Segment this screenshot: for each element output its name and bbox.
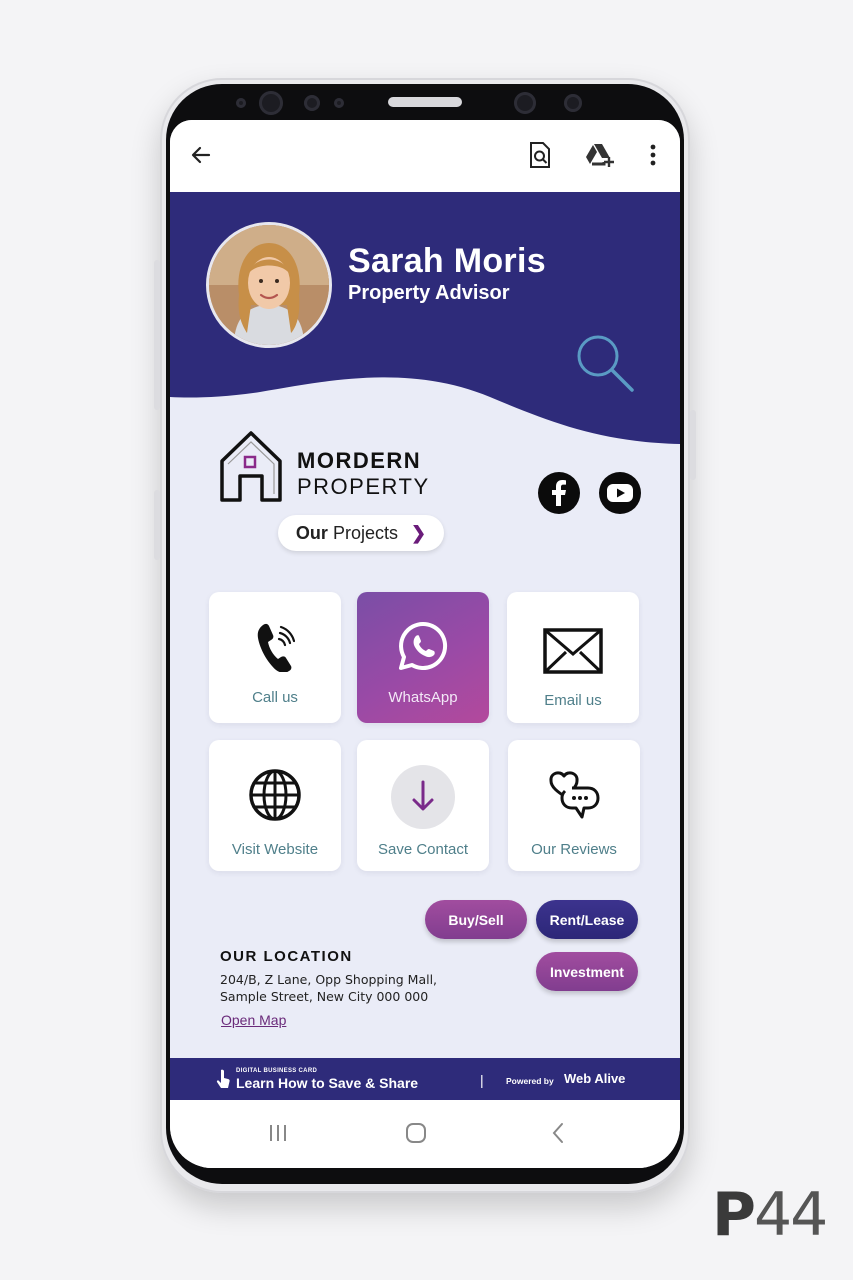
whatsapp-tile[interactable]: WhatsApp: [357, 592, 489, 723]
call-us-tile[interactable]: Call us: [209, 592, 341, 723]
p44-watermark: P44: [712, 1180, 828, 1250]
back-arrow-icon[interactable]: [184, 138, 218, 172]
facebook-icon[interactable]: [538, 472, 580, 514]
profile-title: Property Advisor: [348, 282, 510, 304]
download-arrow-icon: [357, 764, 489, 830]
earpiece-speaker: [388, 97, 462, 107]
buy-sell-button[interactable]: Buy/Sell: [425, 900, 527, 939]
brand-name-line2: PROPERTY: [297, 474, 430, 499]
our-reviews-label: Our Reviews: [531, 841, 617, 858]
home-icon[interactable]: [404, 1118, 428, 1148]
front-camera: [259, 91, 283, 115]
back-nav-icon[interactable]: [546, 1118, 570, 1148]
learn-save-share-banner[interactable]: DIGITAL BUSINESS CARD Learn How to Save …: [170, 1058, 680, 1100]
envelope-icon: [507, 628, 639, 674]
save-contact-tile[interactable]: Save Contact: [357, 740, 489, 871]
chevron-right-icon: ❯: [410, 522, 427, 543]
powered-by-label: Powered by: [506, 1076, 554, 1086]
system-navigation-bar: [170, 1100, 680, 1168]
recent-apps-icon[interactable]: [266, 1118, 290, 1148]
visit-website-label: Visit Website: [231, 841, 319, 858]
our-projects-label-bold: Our: [295, 522, 328, 543]
our-reviews-tile[interactable]: Our Reviews: [508, 740, 640, 871]
youtube-icon[interactable]: [599, 472, 641, 514]
search-icon: [577, 335, 634, 392]
sensor-dot: [334, 98, 344, 108]
more-vertical-icon[interactable]: [636, 138, 670, 172]
sensor: [304, 95, 320, 111]
volume-button: [154, 260, 160, 410]
app-bar: [170, 120, 680, 192]
learn-save-share-text: Learn How to Save & Share: [236, 1075, 419, 1091]
globe-icon: [209, 768, 341, 822]
visit-website-tile[interactable]: Visit Website: [209, 740, 341, 871]
whatsapp-icon: [357, 620, 489, 672]
call-us-label: Call us: [252, 689, 298, 706]
address-line-1: 204/B, Z Lane, Opp Shopping Mall,: [220, 972, 438, 987]
power-button: [690, 410, 696, 480]
email-us-tile[interactable]: Email us: [507, 592, 639, 723]
location-title: OUR LOCATION: [220, 948, 353, 965]
chat-heart-icon: [508, 768, 640, 824]
house-logo-icon: [220, 431, 282, 502]
document-search-icon[interactable]: [523, 138, 557, 172]
address-line-2: Sample Street, New City 000 000: [220, 989, 429, 1004]
our-projects-button[interactable]: Our Projects ❯: [278, 515, 444, 551]
profile-name: Sarah Moris: [348, 242, 546, 280]
web-alive-brand: Web Alive: [564, 1071, 626, 1086]
footer-separator: |: [480, 1072, 484, 1088]
brand-name-line1: MORDERN: [297, 448, 422, 473]
watermark-letter: P: [712, 1180, 756, 1250]
investment-button[interactable]: Investment: [536, 952, 638, 991]
tap-hand-icon: [216, 1069, 230, 1088]
our-projects-label: Projects: [332, 522, 398, 543]
rent-lease-button[interactable]: Rent/Lease: [536, 900, 638, 939]
phone-screen: Sarah Moris Property Advisor MORDERN PRO…: [170, 120, 680, 1168]
save-contact-label: Save Contact: [377, 841, 469, 858]
email-us-label: Email us: [544, 692, 602, 709]
drive-add-icon[interactable]: [583, 138, 617, 172]
bixby-button: [154, 490, 160, 560]
iris-sensor: [564, 94, 582, 112]
whatsapp-label: WhatsApp: [388, 689, 458, 706]
sensor-dot: [236, 98, 246, 108]
business-card: Sarah Moris Property Advisor MORDERN PRO…: [170, 192, 680, 1058]
phone-icon: [209, 622, 341, 672]
iris-camera: [514, 92, 536, 114]
open-map-link[interactable]: Open Map: [221, 1012, 286, 1028]
digital-card-caption: DIGITAL BUSINESS CARD: [236, 1068, 318, 1074]
avatar: [206, 222, 332, 348]
watermark-number: 44: [753, 1180, 828, 1250]
